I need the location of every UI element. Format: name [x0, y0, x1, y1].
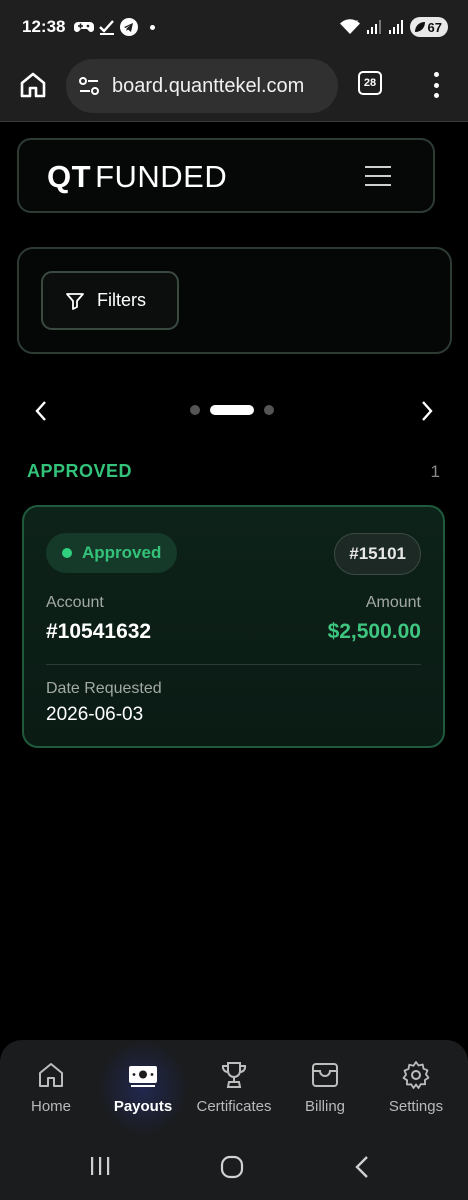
- hamburger-icon[interactable]: [365, 166, 391, 186]
- back-icon[interactable]: [352, 1154, 372, 1180]
- gamepad-icon: [74, 22, 94, 32]
- nav-billing[interactable]: Billing: [279, 1060, 371, 1115]
- carousel-dot-active[interactable]: [210, 405, 254, 415]
- chevron-left-icon[interactable]: [34, 400, 48, 422]
- nav-home-label: Home: [30, 1098, 71, 1115]
- signal-icon: [388, 20, 403, 34]
- status-dot: [62, 548, 72, 558]
- filters-button[interactable]: Filters: [41, 271, 179, 330]
- chevron-right-icon[interactable]: [420, 400, 434, 422]
- telegram-icon: [120, 18, 138, 36]
- check-icon: [99, 20, 114, 35]
- nav-certificates[interactable]: Certificates: [188, 1060, 280, 1115]
- amount-label: Amount: [365, 594, 421, 611]
- system-status: 6 67: [339, 17, 448, 37]
- browser-toolbar: board.quanttekel.com 28: [0, 56, 468, 122]
- more-notifications-dot: [150, 24, 155, 30]
- nav-settings[interactable]: Settings: [370, 1060, 462, 1115]
- url-text: board.quanttekel.com: [112, 75, 305, 97]
- svg-text:6: 6: [355, 20, 359, 27]
- status-bar: 12:38 6 67: [0, 0, 468, 56]
- nav-home[interactable]: Home: [5, 1060, 97, 1115]
- logo-bold-text: QT: [47, 159, 92, 194]
- filters-label: Filters: [97, 290, 146, 310]
- qt-funded-logo[interactable]: QT FUNDED: [47, 159, 227, 195]
- status-time: 12:38: [22, 17, 66, 36]
- section-title: APPROVED: [27, 461, 133, 481]
- gear-icon: [402, 1061, 430, 1089]
- signal-icon: [366, 20, 381, 34]
- section-count: 1: [430, 462, 440, 481]
- nav-billing-label: Billing: [304, 1098, 346, 1115]
- tune-icon[interactable]: [78, 75, 100, 97]
- date-requested-value: 2026-06-03: [46, 704, 144, 725]
- tab-switcher-icon[interactable]: 28: [358, 71, 382, 95]
- more-vert-icon[interactable]: [426, 70, 446, 100]
- status-badge: Approved: [46, 533, 178, 573]
- site-header: QT FUNDED: [17, 138, 435, 213]
- card-divider: [46, 664, 421, 665]
- filter-funnel-icon: [66, 292, 84, 310]
- carousel-dot[interactable]: [264, 405, 274, 415]
- recent-apps-icon[interactable]: [88, 1154, 112, 1178]
- wifi-icon: 6: [339, 19, 360, 34]
- carousel-pagination: [190, 405, 274, 415]
- payout-card[interactable]: Approved #15101 Account #10541632 Amount…: [22, 505, 445, 748]
- battery-level: 67: [427, 19, 442, 35]
- nav-payouts-label: Payouts: [113, 1098, 173, 1115]
- trophy-icon: [221, 1062, 247, 1088]
- nav-settings-label: Settings: [388, 1098, 444, 1115]
- filter-panel: Filters: [17, 247, 452, 354]
- bottom-navigation: Home Payouts Certificates Billing Settin…: [0, 1040, 468, 1136]
- payout-id-badge: #15101: [334, 533, 421, 575]
- money-icon: [129, 1066, 157, 1087]
- logo-regular-text: FUNDED: [95, 159, 228, 194]
- home-icon[interactable]: [18, 70, 48, 100]
- amount-value: $2,500.00: [327, 620, 421, 643]
- nav-certificates-label: Certificates: [196, 1098, 272, 1115]
- home-button-icon[interactable]: [219, 1154, 245, 1180]
- battery-indicator: 67: [409, 17, 448, 37]
- date-requested-label: Date Requested: [46, 680, 162, 697]
- wallet-icon: [312, 1063, 338, 1087]
- nav-payouts[interactable]: Payouts: [97, 1060, 189, 1115]
- system-navigation: [0, 1136, 468, 1200]
- account-label: Account: [46, 594, 104, 611]
- account-value: #10541632: [46, 620, 152, 643]
- status-text: Approved: [82, 543, 162, 562]
- home-icon: [39, 1063, 63, 1087]
- battery-leaf-icon: [414, 22, 425, 32]
- address-bar[interactable]: board.quanttekel.com: [66, 59, 338, 113]
- carousel-dot[interactable]: [190, 405, 200, 415]
- notification-icons: [74, 18, 155, 36]
